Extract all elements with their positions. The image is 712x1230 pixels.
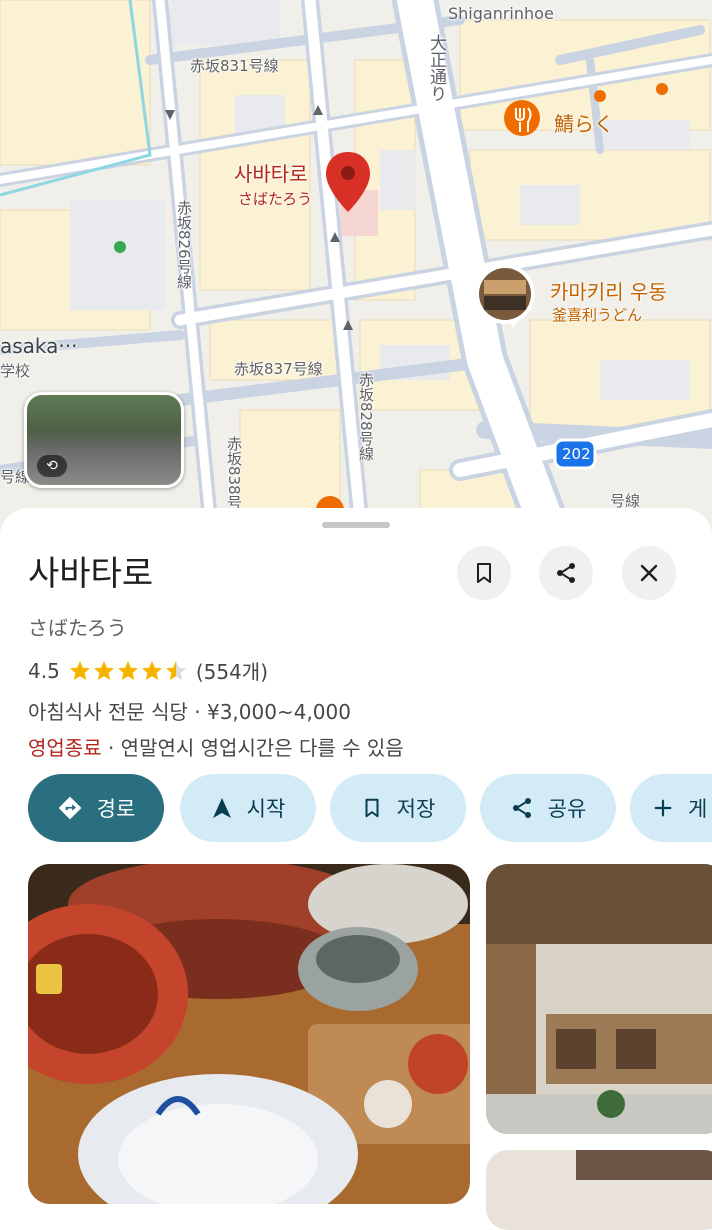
close-icon [640, 564, 658, 582]
star-half-icon [165, 660, 186, 680]
third-photo-image [486, 1150, 712, 1230]
star-rating [68, 659, 188, 683]
poi-saba-title[interactable]: 鯖らく [554, 108, 614, 137]
road-label-taisho: 大正通り [426, 34, 446, 102]
open-status: 영업종료 [28, 736, 102, 760]
place-japanese-name: さばたろう [28, 616, 127, 640]
street-view-360-icon: ⟲ [37, 455, 67, 477]
rating-row[interactable]: 4.5 (554개) [28, 656, 268, 685]
road-label-shiganrin: Shiganrinhoe [448, 4, 554, 23]
start-button[interactable]: 시작 [180, 774, 316, 842]
plus-icon [654, 799, 672, 817]
directions-icon [58, 796, 82, 820]
share-icon [512, 798, 531, 818]
road-label-akasaka828: 赤坂828号線 [357, 372, 375, 461]
action-chips: 경로 시작 저장 공유 게 [0, 774, 712, 844]
share-icon-button[interactable] [539, 546, 593, 600]
navigation-arrow-icon [212, 798, 231, 818]
star-full-icon [117, 660, 138, 680]
start-label: 시작 [246, 797, 286, 821]
road-label-akasaka826: 赤坂826号線 [175, 200, 193, 289]
poi-kamakiri-subtitle: 釜喜利うどん [552, 306, 643, 324]
place-title: 사바타로 [28, 554, 154, 594]
road-label-akasaka831: 赤坂831号線 [190, 57, 279, 75]
bookmark-icon [477, 563, 491, 583]
map-view[interactable]: Shiganrinhoe 赤坂831号線 大正通り 赤坂826号線 赤坂837号… [0, 0, 712, 540]
interior-photo-image [486, 864, 712, 1134]
category-price: 아침식사 전문 식당 · ¥3,000~4,000 [28, 700, 351, 724]
more-label: 게 [688, 797, 708, 821]
place-photo-interior[interactable] [486, 864, 712, 1134]
rating-value: 4.5 [28, 658, 60, 683]
place-sheet: 사바타로 さばたろう 4.5 (554개) 아침식사 전문 식당 · ¥3,00… [0, 508, 712, 1230]
directions-button[interactable]: 경로 [28, 774, 164, 842]
street-view-thumbnail[interactable]: ⟲ [24, 392, 184, 488]
drag-handle[interactable] [322, 522, 390, 528]
hours-note: · 연말연시 영업시간은 다를 수 있음 [101, 736, 404, 760]
directions-label: 경로 [96, 797, 136, 821]
road-label-akasaka837: 赤坂837号線 [234, 360, 323, 378]
save-icon-button[interactable] [457, 546, 511, 600]
review-count: (554개) [195, 660, 268, 684]
share-label: 공유 [547, 797, 587, 821]
hours-row[interactable]: 영업종료 · 연말연시 영업시간은 다를 수 있음 [28, 732, 404, 761]
place-photo-third[interactable] [486, 1150, 712, 1230]
place-photo-food[interactable] [28, 864, 470, 1204]
more-button[interactable]: 게 [630, 774, 712, 842]
restaurant-poi-marker [504, 100, 540, 136]
share-button[interactable]: 공유 [480, 774, 616, 842]
save-label: 저장 [396, 797, 436, 821]
share-icon [557, 563, 575, 583]
area-label: asaka··· [0, 334, 78, 358]
school-label: 学校 [0, 362, 31, 380]
save-button[interactable]: 저장 [330, 774, 466, 842]
star-full-icon [93, 660, 114, 680]
poi-kamakiri-title[interactable]: 카마키리 우동 [550, 276, 667, 305]
route-number: 202 [562, 445, 591, 463]
food-photo-image [28, 864, 470, 1204]
star-full-icon [69, 660, 90, 680]
pin-subtitle: さばたろう [238, 190, 313, 208]
pin-title[interactable]: 사바타로 [234, 158, 308, 187]
bookmark-icon [365, 798, 379, 818]
star-full-icon [141, 660, 162, 680]
close-button[interactable] [622, 546, 676, 600]
